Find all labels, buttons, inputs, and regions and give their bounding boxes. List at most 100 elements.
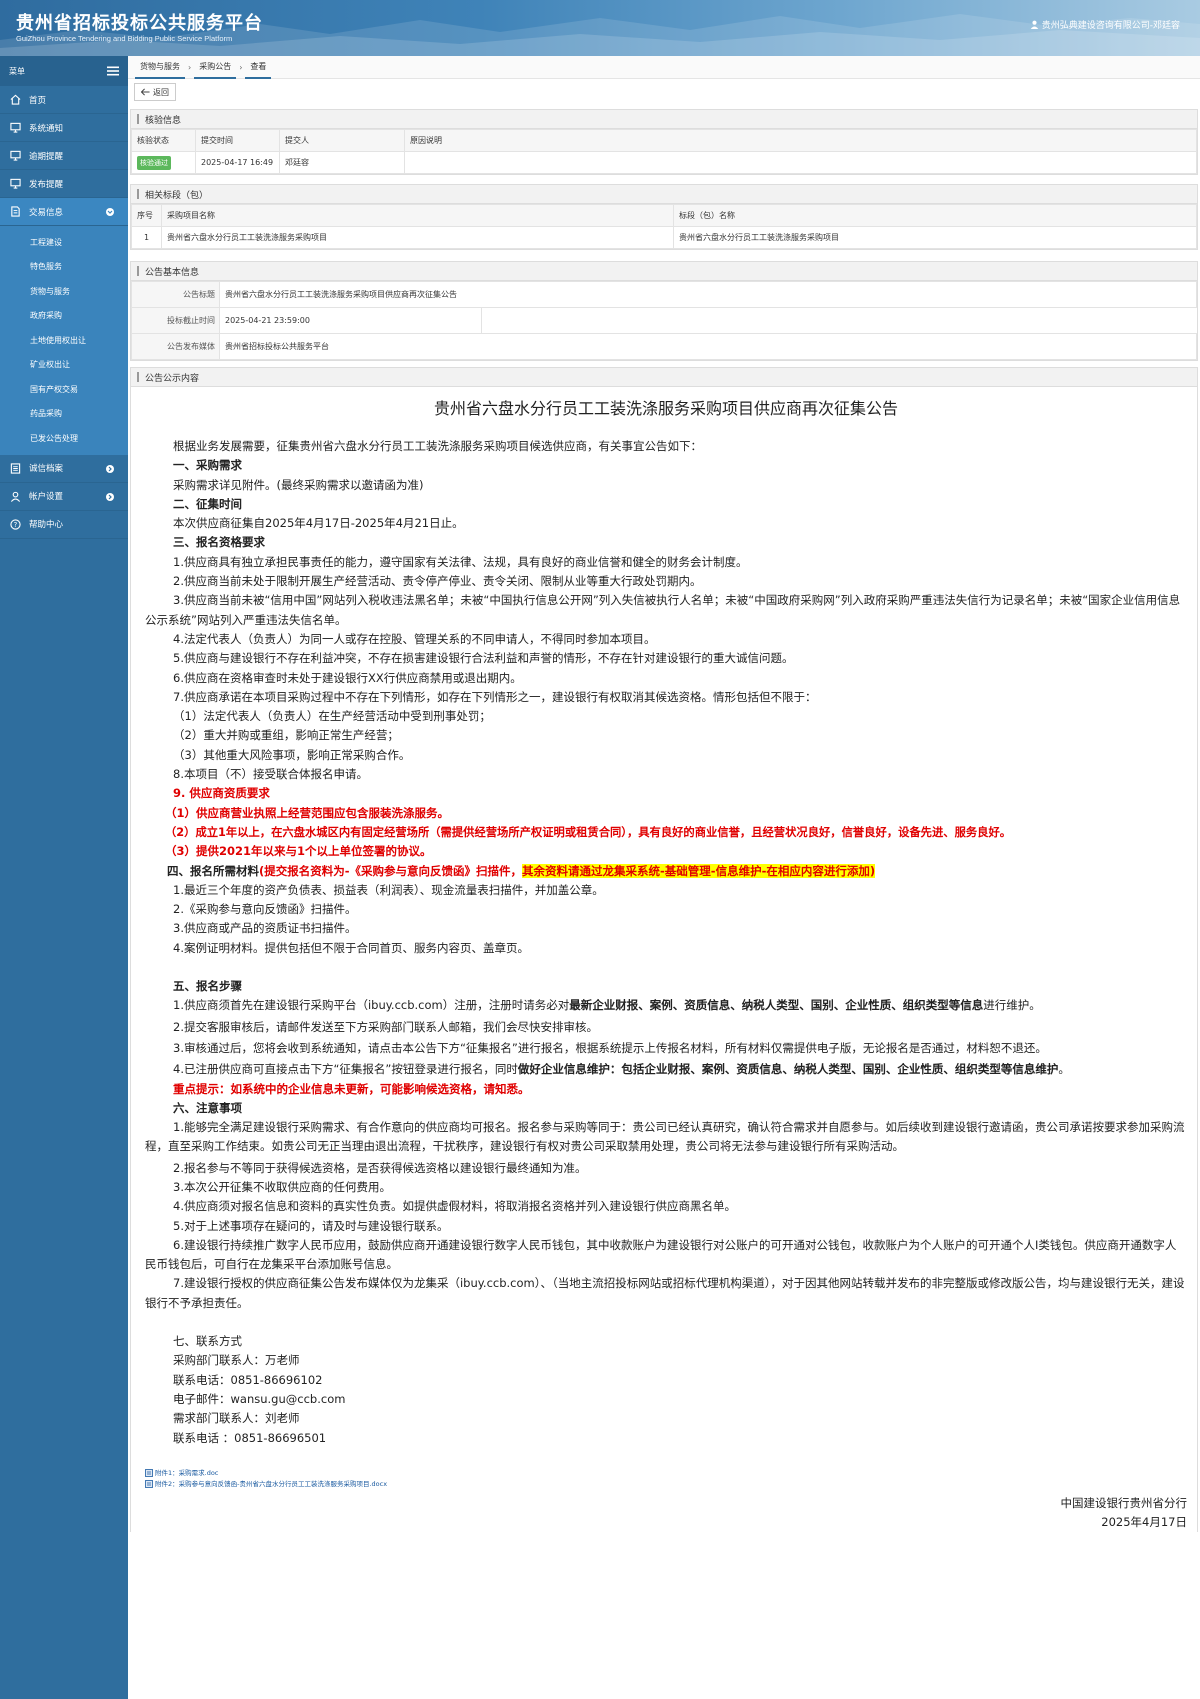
file-icon xyxy=(11,206,20,217)
section-heading: 二、征集时间 xyxy=(173,496,242,511)
list-icon xyxy=(10,462,21,474)
status-badge: 核验通过 xyxy=(137,155,171,170)
paragraph: 3.本次公开征集不收取供应商的任何费用。 xyxy=(173,1179,391,1194)
section-heading: 四、报名所需材料(提交报名资料为-《采购参与意向反馈函》扫描件，其余资料请通过龙… xyxy=(145,862,1187,881)
table-row: 核验通过 2025-04-17 16:49 邓廷容 xyxy=(131,151,1197,174)
deadline-value: 2025-04-21 23:59:00 xyxy=(219,307,482,334)
back-button[interactable]: 返回 xyxy=(134,83,176,101)
qualification-item: （3）提供2021年以来与1个以上单位签署的协议。 xyxy=(165,844,432,859)
attachment-link-2[interactable]: 附件2：采购参与意向反馈函-贵州省六盘水分行员工工装洗涤服务采购项目.docx xyxy=(145,1479,1187,1490)
sections-panel-title: 相关标段（包） xyxy=(131,185,1197,204)
sidebar-item-account-settings[interactable]: 帐户设置 xyxy=(0,483,128,511)
sidebar-subitem-published-handling[interactable]: 已发公告处理 xyxy=(0,426,128,451)
paragraph: 2.报名参与不等同于获得候选资格，是否获得候选资格以建设银行最终通知为准。 xyxy=(173,1160,587,1175)
sidebar-item-label: 首页 xyxy=(29,95,47,106)
attachment-file-icon xyxy=(145,1480,153,1489)
breadcrumb-item-goods-services[interactable]: 货物与服务 xyxy=(135,56,185,79)
breadcrumb: 货物与服务 › 采购公告 › 查看 xyxy=(128,56,1200,79)
sidebar-item-overdue-reminder[interactable]: 逾期提醒 xyxy=(0,142,128,170)
sidebar-item-label: 系统通知 xyxy=(29,123,64,134)
sidebar-subitem-land-transfer[interactable]: 土地使用权出让 xyxy=(0,328,128,353)
paragraph: （3）其他重大风险事项，影响正常采购合作。 xyxy=(173,747,411,762)
audit-header-status: 核验状态 xyxy=(131,129,196,152)
paragraph: 本次供应商征集自2025年4月17日-2025年4月21日止。 xyxy=(173,516,464,531)
audit-person: 邓廷容 xyxy=(279,151,405,174)
audit-time: 2025-04-17 16:49 xyxy=(195,151,280,174)
sidebar-item-help-center[interactable]: ? 帮助中心 xyxy=(0,511,128,539)
paragraph: 采购需求详见附件。(最终采购需求以邀请函为准) xyxy=(173,477,424,492)
qualification-heading: 9. 供应商资质要求 xyxy=(173,786,270,801)
sidebar-subitem-goods-services[interactable]: 货物与服务 xyxy=(0,279,128,304)
paragraph: （2）重大并购或重组，影响正常生产经营； xyxy=(173,728,399,743)
signoff: 中国建设银行贵州省分行 2025年4月17日 xyxy=(145,1494,1188,1532)
toolbar: 返回 xyxy=(128,79,1200,105)
menu-label: 菜单 xyxy=(9,66,25,76)
qualification-item: （1）供应商营业执照上经营范围应包含服装洗涤服务。 xyxy=(165,805,449,820)
contact-line: 电子邮件：wansu.gu@ccb.com xyxy=(173,1391,346,1406)
sidebar-subitem-mining-transfer[interactable]: 矿业权出让 xyxy=(0,353,128,378)
platform-title: 贵州省招标投标公共服务平台 xyxy=(16,13,263,34)
attachment-file-icon xyxy=(145,1469,153,1478)
paragraph: 2.供应商当前未处于限制开展生产经营活动、责令停产停业、责令关闭、限制从业等重大… xyxy=(173,574,702,589)
sidebar-item-credit-archive[interactable]: 诚信档案 xyxy=(0,455,128,483)
paragraph: （1）法定代表人（负责人）在生产经营活动中受到刑事处罚； xyxy=(173,709,491,724)
sidebar-header: 菜单 xyxy=(0,56,128,86)
breadcrumb-separator-icon: › xyxy=(239,62,243,72)
sidebar-item-label: 帐户设置 xyxy=(29,492,64,502)
table-row: 1 贵州省六盘水分行员工工装洗涤服务采购项目 贵州省六盘水分行员工工装洗涤服务采… xyxy=(131,226,1197,249)
sidebar-item-publish-reminder[interactable]: 发布提醒 xyxy=(0,170,128,198)
sidebar-item-trade-info[interactable]: 交易信息 xyxy=(0,198,128,226)
sidebar-item-system-notice[interactable]: 系统通知 xyxy=(0,114,128,142)
hamburger-icon[interactable] xyxy=(107,66,119,76)
sidebar-item-label: 发布提醒 xyxy=(29,179,64,190)
contact-line: 需求部门联系人：刘老师 xyxy=(173,1411,300,1426)
sections-header-section: 标段（包）名称 xyxy=(673,204,1197,227)
user-icon xyxy=(1030,20,1039,29)
sidebar-subitem-gov-procurement[interactable]: 政府采购 xyxy=(0,304,128,329)
user-menu[interactable]: 贵州弘典建设咨询有限公司-邓廷容 xyxy=(1030,18,1180,31)
basic-info-panel: 公告基本信息 公告标题 贵州省六盘水分行员工工装洗涤服务采购项目供应商再次征集公… xyxy=(130,261,1198,361)
audit-panel: 核验信息 核验状态 提交时间 提交人 原因说明 核验通过 2025-04-17 … xyxy=(130,109,1198,175)
sidebar: 菜单 首页 系统通知 逾期提醒 发布提醒 交易信息 工程建设 特色服务 货物与服… xyxy=(0,56,128,1699)
chevron-right-icon xyxy=(106,492,114,501)
paragraph: 6.供应商在资格审查时未处于建设银行XX行供应商禁用或退出期内。 xyxy=(173,670,522,685)
section-project: 贵州省六盘水分行员工工装洗涤服务采购项目 xyxy=(161,226,674,249)
breadcrumb-separator-icon: › xyxy=(188,62,192,72)
paragraph: 4.供应商须对报名信息和资料的真实性负责。如提供虚假材料，将取消报名资格并列入建… xyxy=(173,1199,736,1214)
sidebar-item-home[interactable]: 首页 xyxy=(0,86,128,114)
section-heading: 六、注意事项 xyxy=(173,1100,242,1115)
sidebar-item-label: 诚信档案 xyxy=(29,464,64,474)
svg-text:?: ? xyxy=(14,521,18,529)
paragraph: 1.最近三个年度的资产负债表、损益表（利润表）、现金流量表扫描件，并加盖公章。 xyxy=(173,882,604,897)
media-value: 贵州省招标投标公共服务平台 xyxy=(219,333,1197,360)
paragraph: 7.建设银行授权的供应商征集公告发布媒体仅为龙集采（ibuy.ccb.com）、… xyxy=(145,1276,1185,1310)
paragraph: 4.法定代表人（负责人）为同一人或存在控股、管理关系的不同申请人，不得同时参加本… xyxy=(173,631,656,646)
sidebar-subitem-drug-procurement[interactable]: 药品采购 xyxy=(0,402,128,427)
notice-text: 根据业务发展需要，征集贵州省六盘水分行员工工装洗涤服务采购项目候选供应商，有关事… xyxy=(145,437,1187,1448)
intro-paragraph: 根据业务发展需要，征集贵州省六盘水分行员工工装洗涤服务采购项目候选供应商，有关事… xyxy=(173,439,702,453)
user-name: 贵州弘典建设咨询有限公司-邓廷容 xyxy=(1041,21,1180,31)
breadcrumb-item-procurement-notice[interactable]: 采购公告 xyxy=(194,56,237,79)
attachment-link-1[interactable]: 附件1：采购需求.doc xyxy=(145,1468,1187,1479)
notice-title-label: 公告标题 xyxy=(131,281,220,308)
notice-heading: 贵州省六盘水分行员工工装洗涤服务采购项目供应商再次征集公告 xyxy=(433,399,898,418)
sidebar-subitem-special-service[interactable]: 特色服务 xyxy=(0,255,128,280)
chevron-right-icon xyxy=(106,464,114,473)
section-name: 贵州省六盘水分行员工工装洗涤服务采购项目 xyxy=(673,226,1197,249)
materials-note-highlight: 其余资料请通过龙集采系统-基础管理-信息维护-在相应内容进行添加) xyxy=(522,863,876,878)
materials-note-red: (提交报名资料为-《采购参与意向反馈函》扫描件， xyxy=(259,863,523,878)
section-no: 1 xyxy=(131,226,162,249)
section-heading: 三、报名资格要求 xyxy=(173,535,265,550)
audit-panel-title: 核验信息 xyxy=(131,110,1197,129)
qualification-item: （2）成立1年以上，在六盘水城区内有固定经营场所（需提供经营场所产权证明或租赁合… xyxy=(165,825,1012,839)
contact-heading: 七、联系方式 xyxy=(173,1334,242,1349)
sidebar-subitem-state-property[interactable]: 国有产权交易 xyxy=(0,377,128,402)
sidebar-subitem-engineering[interactable]: 工程建设 xyxy=(0,230,128,255)
paragraph: 1.供应商具有独立承担民事责任的能力，遵守国家有关法律、法规，具有良好的商业信誉… xyxy=(173,554,748,569)
section-heading: 五、报名步骤 xyxy=(173,979,242,994)
paragraph: 1.供应商须首先在建设银行采购平台（ibuy.ccb.com）注册，注册时请务必… xyxy=(173,998,1041,1013)
paragraph: 1.能够完全满足建设银行采购需求、有合作意向的供应商均可报名。报名参与采购等同于… xyxy=(145,1120,1185,1154)
breadcrumb-item-view[interactable]: 查看 xyxy=(245,56,272,79)
sidebar-item-label: 交易信息 xyxy=(29,207,64,218)
sections-header-no: 序号 xyxy=(131,204,162,227)
